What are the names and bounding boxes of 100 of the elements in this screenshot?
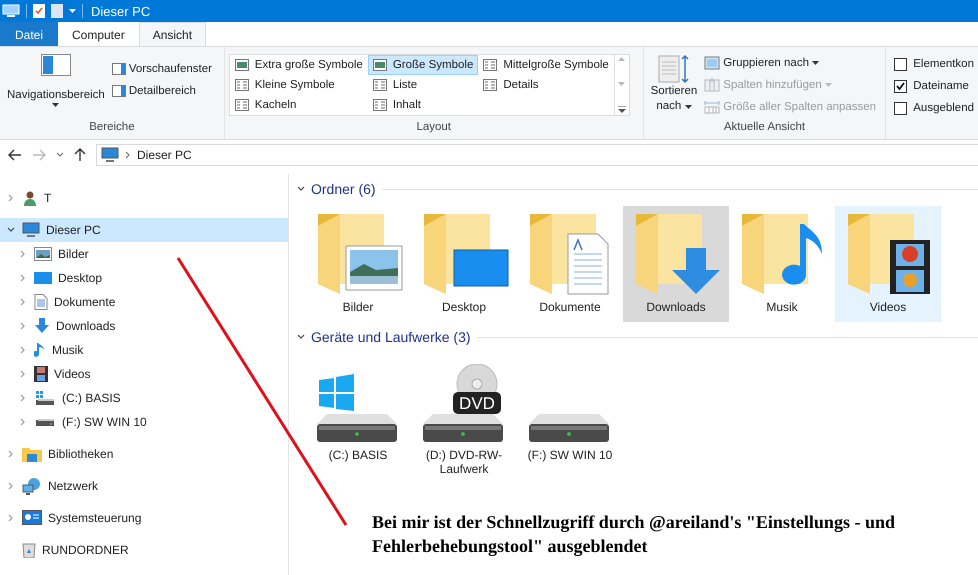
nav-label: Bibliotheken bbox=[48, 447, 114, 461]
folder-tile[interactable]: Desktop bbox=[411, 206, 517, 322]
view-large-icon bbox=[372, 59, 387, 71]
nav-item[interactable]: (F:) SW WIN 10 bbox=[0, 410, 288, 434]
folder-tile[interactable]: Musik bbox=[729, 206, 835, 322]
nav-label: Systemsteuerung bbox=[48, 511, 142, 525]
nav-label: Desktop bbox=[58, 271, 102, 285]
group-label: Aktuelle Ansicht bbox=[722, 121, 806, 135]
caret-icon bbox=[684, 105, 692, 109]
nav-item[interactable]: Dokumente bbox=[0, 290, 288, 314]
drive-icon bbox=[36, 418, 54, 426]
group-title[interactable]: Ordner (6) bbox=[311, 181, 376, 197]
nav-item[interactable]: Dieser PC bbox=[0, 218, 288, 242]
download-arrow-icon bbox=[34, 318, 50, 334]
layout-option[interactable]: Details bbox=[478, 75, 614, 95]
recent-dropdown-icon bbox=[56, 152, 64, 158]
layout-option[interactable]: Extra große Symbole bbox=[230, 55, 368, 75]
nav-item[interactable]: RUNDORDNER bbox=[0, 538, 288, 562]
nav-label: Netzwerk bbox=[48, 479, 98, 493]
recycle-bin-icon bbox=[22, 542, 36, 558]
chevron-right-icon bbox=[19, 418, 27, 426]
document-icon bbox=[34, 294, 48, 310]
nav-label: Downloads bbox=[56, 319, 116, 333]
show-hide-checkbox[interactable]: Ausgeblend bbox=[894, 97, 974, 119]
nav-item[interactable]: T bbox=[0, 186, 288, 210]
music-note-icon bbox=[34, 342, 46, 358]
view-content-icon bbox=[372, 99, 387, 111]
layout-option[interactable]: Kacheln bbox=[230, 95, 368, 115]
new-folder-icon bbox=[51, 4, 63, 18]
show-hide-checkbox[interactable]: Elementkon bbox=[894, 53, 974, 75]
fit-columns-icon bbox=[704, 100, 720, 114]
nav-label: Dokumente bbox=[54, 295, 116, 309]
pane-toggle[interactable]: Detailbereich bbox=[112, 82, 212, 100]
nav-item[interactable]: Musik bbox=[0, 338, 288, 362]
folder-tile[interactable]: Downloads bbox=[623, 206, 729, 322]
navigation-pane-button[interactable]: Navigationsbereich bbox=[4, 50, 108, 121]
drive-icon bbox=[423, 414, 503, 442]
pane-toggle[interactable]: Vorschaufenster bbox=[112, 60, 212, 78]
nav-item[interactable]: Videos bbox=[0, 362, 288, 386]
view-small-icon bbox=[234, 79, 249, 91]
ribbon-tab[interactable]: Ansicht bbox=[138, 22, 206, 46]
nav-item[interactable]: Bibliotheken bbox=[0, 442, 288, 466]
nav-item[interactable]: Bilder bbox=[0, 242, 288, 266]
nav-item[interactable]: Desktop bbox=[0, 266, 288, 290]
pane-icon bbox=[112, 85, 126, 97]
nav-item[interactable]: Systemsteuerung bbox=[0, 506, 288, 530]
network-globe-icon bbox=[22, 477, 42, 495]
sort-button[interactable]: Sortieren nach bbox=[648, 50, 700, 121]
computer-icon bbox=[101, 147, 119, 163]
properties-icon bbox=[33, 4, 45, 18]
tile-label: Musik bbox=[765, 300, 799, 314]
folder-tile[interactable]: Dokumente bbox=[517, 206, 623, 322]
folder-tile[interactable]: DVD (D:) DVD-RW-Laufwerk bbox=[411, 354, 517, 476]
group-title[interactable]: Geräte und Laufwerke (3) bbox=[311, 329, 471, 345]
layout-option[interactable]: Liste bbox=[368, 75, 478, 95]
scroll-down-icon bbox=[618, 82, 626, 86]
layout-option[interactable]: Inhalt bbox=[368, 95, 478, 115]
chevron-right-icon bbox=[19, 250, 27, 258]
windows-drive-icon bbox=[34, 390, 56, 406]
pane-icon bbox=[112, 63, 126, 75]
folder-tile[interactable]: Videos bbox=[835, 206, 941, 322]
nav-label: (F:) SW WIN 10 bbox=[62, 415, 147, 429]
check-icon bbox=[896, 82, 906, 90]
ribbon-tab[interactable]: Datei bbox=[0, 22, 58, 46]
view-medium-icon bbox=[483, 59, 498, 71]
window-title: Dieser PC bbox=[91, 4, 150, 18]
chevron-right-icon bbox=[7, 450, 15, 458]
view-tiles-icon bbox=[234, 99, 249, 111]
nav-label: Bilder bbox=[58, 247, 89, 261]
layout-option[interactable]: Große Symbole bbox=[368, 55, 478, 75]
show-hide-checkbox[interactable]: Dateiname bbox=[894, 75, 974, 97]
tile-label: Downloads bbox=[645, 300, 707, 314]
caret-icon bbox=[824, 83, 832, 87]
user-icon bbox=[22, 190, 38, 206]
drive-icon bbox=[317, 414, 397, 442]
computer-icon bbox=[22, 222, 40, 238]
nav-label: Dieser PC bbox=[46, 223, 101, 237]
nav-item[interactable]: (C:) BASIS bbox=[0, 386, 288, 410]
dvd-badge: DVD bbox=[453, 392, 501, 414]
layout-option[interactable]: Mittelgroße Symbole bbox=[478, 55, 614, 75]
control-panel-icon bbox=[22, 510, 42, 526]
folder-tile[interactable]: Bilder bbox=[305, 206, 411, 322]
chevron-right-icon bbox=[19, 370, 27, 378]
address-field[interactable]: Dieser PC bbox=[96, 144, 978, 166]
layout-option[interactable]: Kleine Symbole bbox=[230, 75, 368, 95]
folder-tile[interactable]: (C:) BASIS bbox=[305, 354, 411, 476]
tile-label: (C:) BASIS bbox=[328, 448, 388, 462]
nav-item[interactable]: Downloads bbox=[0, 314, 288, 338]
nav-label: Musik bbox=[52, 343, 84, 357]
folder-tile[interactable]: (F:) SW WIN 10 bbox=[517, 354, 623, 476]
chevron-right-icon bbox=[7, 194, 15, 202]
up-arrow-icon bbox=[74, 148, 86, 162]
view-option[interactable]: Gruppieren nach bbox=[704, 54, 876, 72]
group-label: Layout bbox=[415, 121, 452, 135]
view-list-icon bbox=[372, 79, 387, 91]
chevron-down-icon bbox=[297, 333, 305, 341]
nav-label: T bbox=[44, 191, 52, 205]
caret-icon bbox=[52, 103, 60, 107]
scroll-up-icon bbox=[618, 57, 626, 61]
nav-item[interactable]: Netzwerk bbox=[0, 474, 288, 498]
